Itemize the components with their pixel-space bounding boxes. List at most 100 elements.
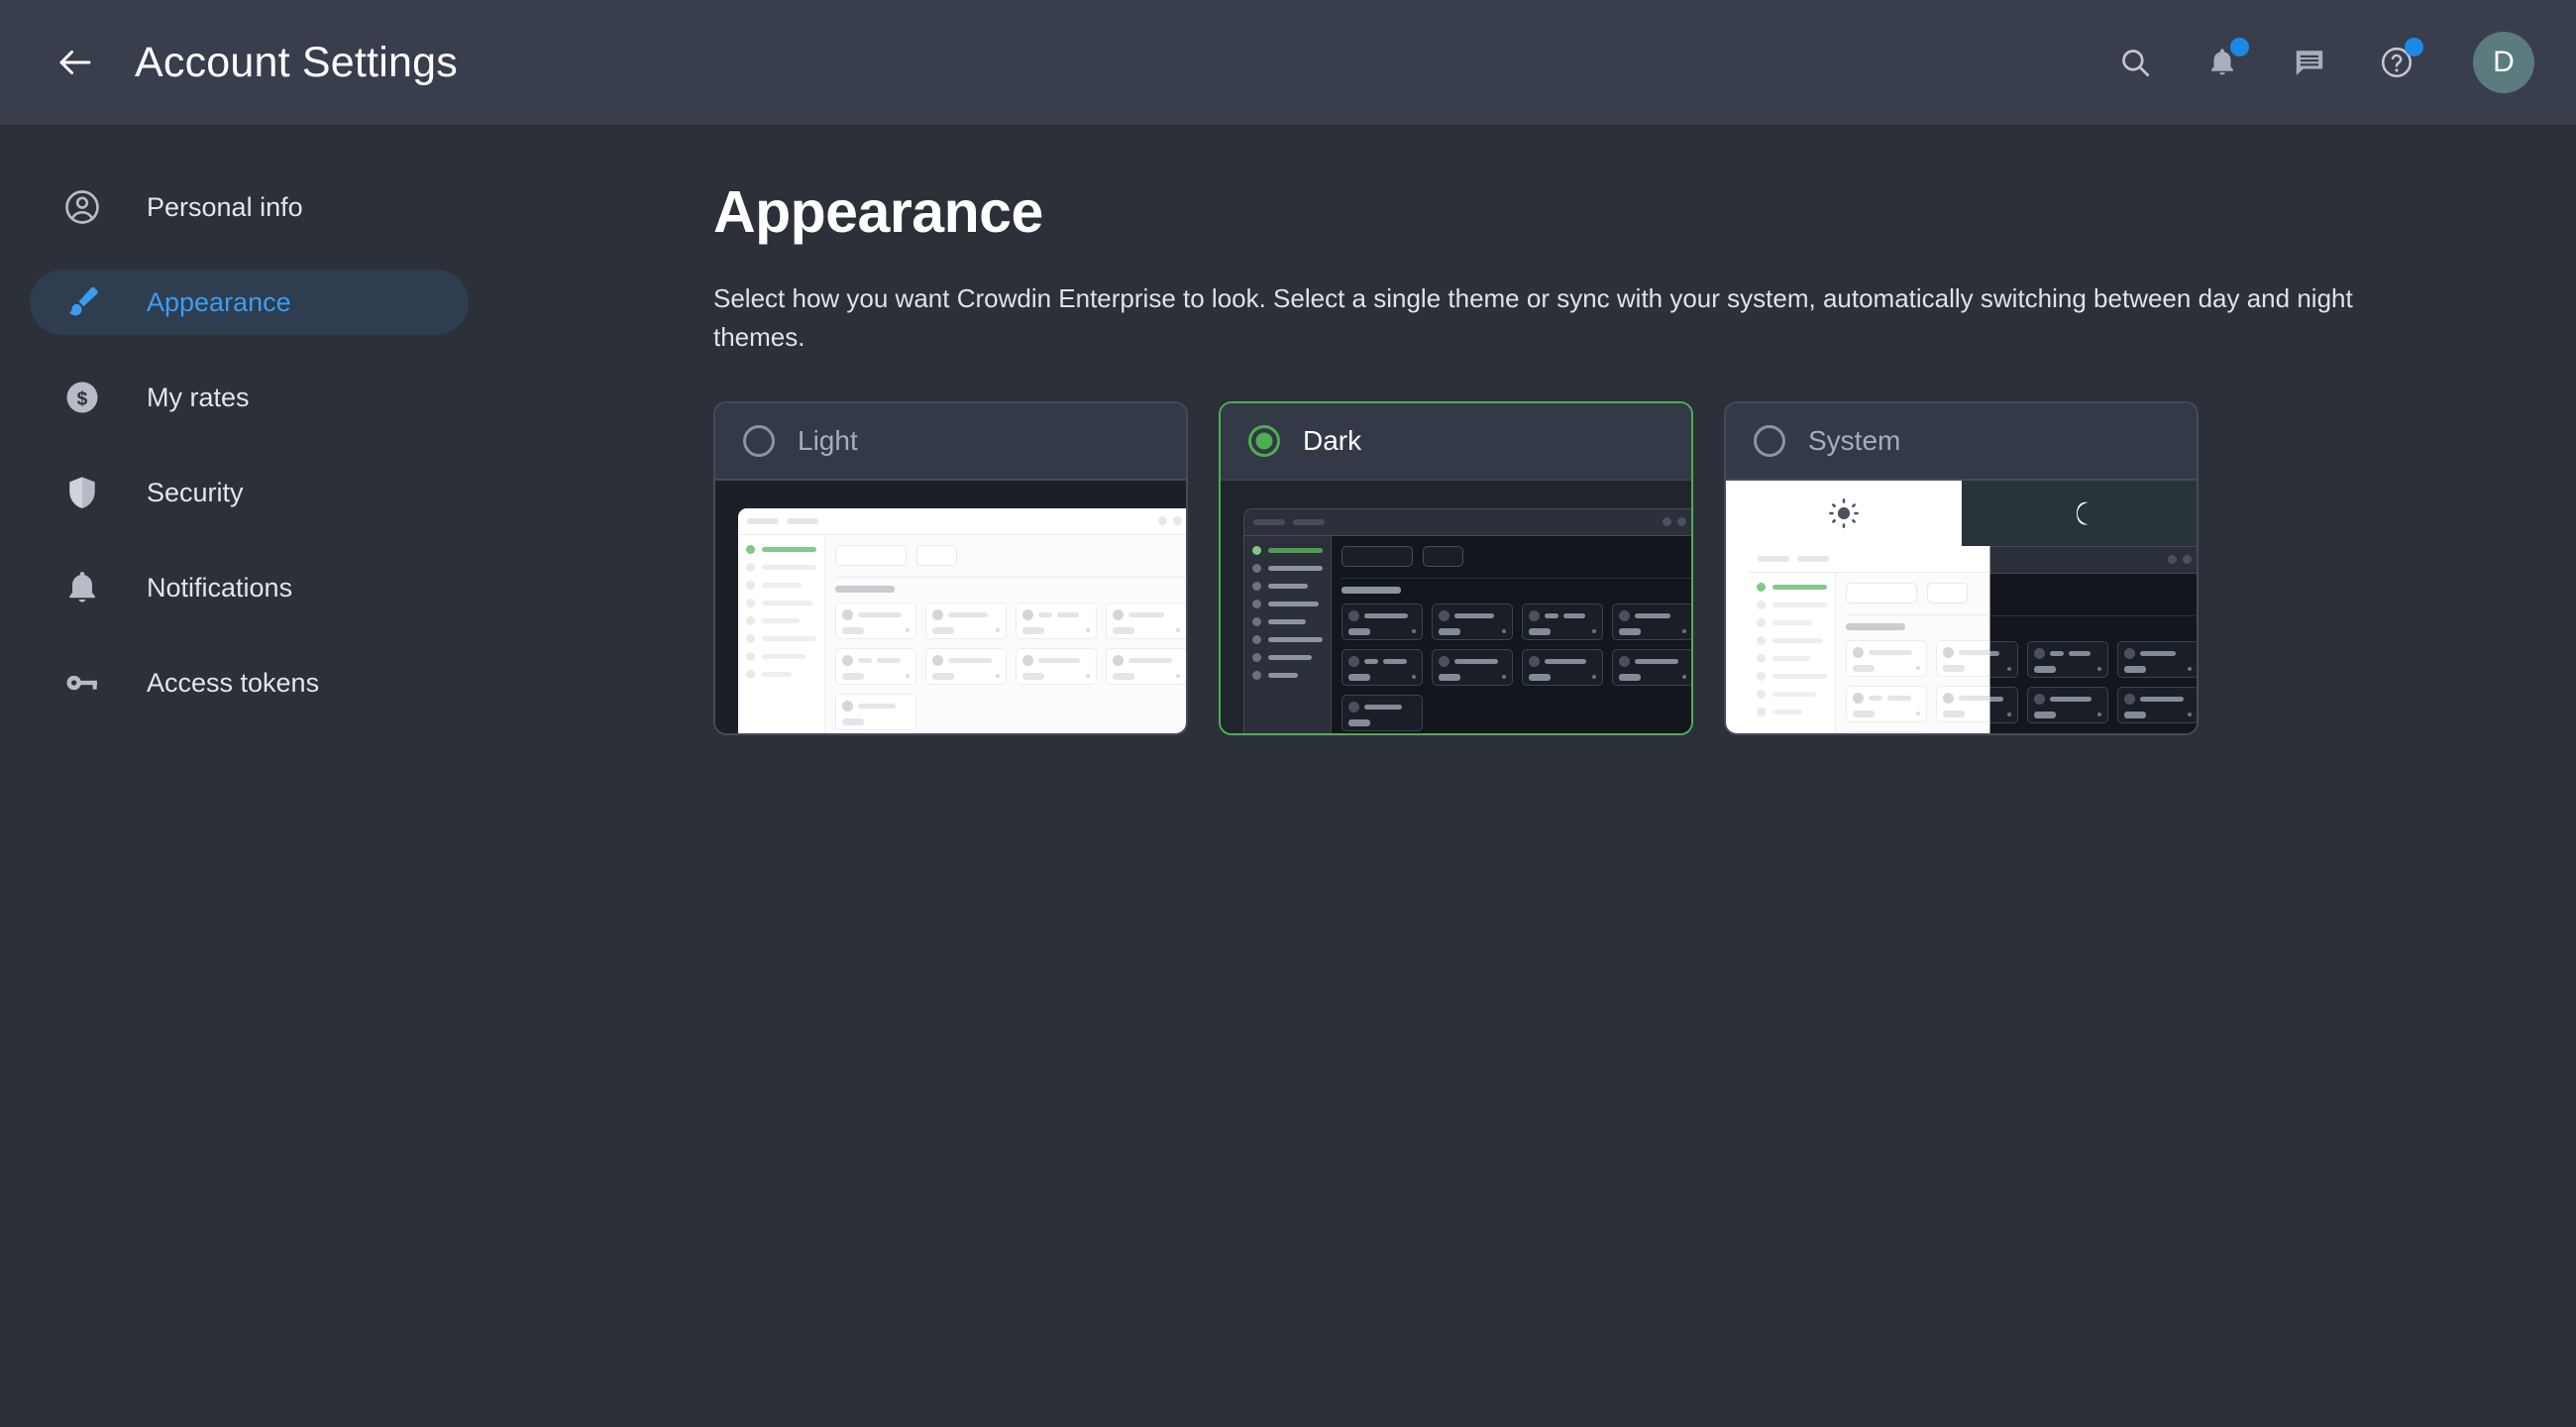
preview-main	[1332, 535, 1691, 733]
theme-option-label: System	[1808, 424, 1901, 456]
theme-preview-system	[1726, 480, 2197, 733]
moon-icon	[2064, 496, 2093, 535]
preview-sidebar-item	[1252, 670, 1323, 680]
preview-divider	[835, 576, 1186, 578]
radio-system[interactable]	[1754, 424, 1785, 457]
back-button[interactable]	[48, 35, 103, 90]
page-title: Appearance	[713, 179, 1043, 245]
preview-sidebar-item	[1252, 616, 1323, 626]
theme-option-label: Dark	[1303, 424, 1362, 456]
preview-titlebar	[738, 507, 1186, 535]
sidebar-item-label: Security	[147, 477, 244, 507]
preview-card	[1612, 648, 1691, 686]
theme-preview-light	[715, 480, 1186, 733]
preview-card	[1342, 694, 1423, 731]
theme-option-header: Dark	[1221, 402, 1691, 481]
preview-card	[1342, 603, 1423, 640]
sidebar-item-security[interactable]: Security	[30, 460, 469, 525]
preview-card-grid	[835, 602, 1186, 730]
page-description: Select how you want Crowdin Enterprise t…	[713, 282, 2353, 353]
search-icon[interactable]	[2112, 40, 2158, 85]
radio-dark[interactable]	[1248, 424, 1280, 457]
preview-card	[1522, 648, 1603, 686]
preview-sidebar	[1749, 572, 1836, 733]
preview-card	[1342, 648, 1423, 686]
brush-icon	[59, 279, 105, 325]
theme-option-system[interactable]: System	[1724, 400, 2199, 735]
preview-body	[738, 534, 1186, 733]
preview-sidebar-item	[746, 615, 816, 625]
sidebar-item-label: Access tokens	[147, 667, 320, 698]
preview-dot	[1158, 516, 1167, 526]
preview-sidebar-item	[1252, 545, 1323, 555]
bell-badge-dot	[2230, 38, 2249, 56]
preview-sidebar-item	[746, 562, 816, 572]
preview-window-dots	[1663, 517, 1691, 527]
preview-controls	[835, 544, 1186, 566]
preview-sidebar-item	[1252, 634, 1323, 644]
radio-light[interactable]	[743, 424, 775, 457]
preview-card	[925, 647, 1007, 685]
theme-option-dark[interactable]: Dark	[1219, 400, 1693, 735]
theme-option-light[interactable]: Light	[713, 400, 1188, 735]
preview-sidebar	[738, 534, 825, 733]
sidebar-item-notifications[interactable]: Notifications	[30, 555, 469, 620]
preview-window-dots	[2168, 555, 2197, 565]
preview-tab	[1797, 555, 1829, 562]
preview-dot	[1677, 517, 1686, 527]
sidebar-item-label: Notifications	[147, 572, 293, 603]
preview-search-box	[835, 544, 907, 566]
app-header: Account Settings D	[0, 0, 2576, 125]
preview-window-dots	[1158, 516, 1186, 526]
theme-preview-dark	[1221, 480, 1691, 733]
preview-sidebar-item	[1252, 581, 1323, 591]
dollar-coin-icon: $	[59, 375, 105, 420]
page-title-header: Account Settings	[135, 38, 458, 86]
sidebar-item-label: Appearance	[147, 286, 291, 317]
preview-card	[835, 602, 916, 639]
key-icon	[59, 660, 105, 706]
preview-card	[1522, 603, 1603, 640]
help-icon[interactable]	[2374, 38, 2423, 85]
preview-body	[1244, 535, 1691, 733]
sidebar-item-appearance[interactable]: Appearance	[30, 270, 469, 335]
bell-icon	[59, 565, 105, 610]
preview-section-title	[1342, 586, 1401, 594]
theme-option-header: Light	[715, 402, 1186, 481]
preview-titlebar	[1244, 508, 1691, 536]
shield-icon	[59, 470, 105, 515]
settings-sidebar: Personal info Appearance $ My rates Secu…	[0, 125, 713, 1427]
preview-divider	[1342, 577, 1691, 579]
preview-card	[1612, 603, 1691, 640]
preview-search-box	[1342, 545, 1413, 567]
preview-sidebar-item	[1252, 563, 1323, 573]
preview-window	[738, 507, 1186, 733]
chat-icon[interactable]	[2287, 40, 2332, 85]
preview-sidebar-item	[1252, 599, 1323, 608]
user-circle-icon	[59, 184, 105, 230]
preview-sidebar-item	[746, 633, 816, 643]
preview-card	[835, 693, 916, 730]
preview-sidebar-item	[1252, 652, 1323, 662]
sidebar-item-my-rates[interactable]: $ My rates	[30, 365, 469, 430]
sun-icon	[1827, 496, 1861, 535]
preview-button	[916, 544, 957, 566]
preview-card	[835, 647, 916, 685]
preview-sidebar	[1244, 535, 1332, 733]
svg-text:$: $	[77, 389, 88, 410]
sidebar-item-personal-info[interactable]: Personal info	[30, 174, 469, 240]
bell-icon[interactable]	[2200, 38, 2249, 85]
sidebar-item-label: Personal info	[147, 191, 303, 222]
theme-option-header: System	[1726, 402, 2197, 481]
preview-card	[1432, 603, 1513, 640]
sidebar-item-label: My rates	[147, 382, 250, 412]
preview-tab	[1758, 555, 1789, 562]
sidebar-item-access-tokens[interactable]: Access tokens	[30, 650, 469, 715]
preview-tab	[787, 517, 818, 524]
arrow-left-icon	[54, 42, 96, 83]
preview-sidebar-item	[746, 544, 816, 554]
avatar[interactable]: D	[2473, 32, 2534, 93]
preview-main	[825, 534, 1186, 733]
preview-card	[925, 602, 1007, 639]
preview-section-title	[835, 585, 895, 593]
